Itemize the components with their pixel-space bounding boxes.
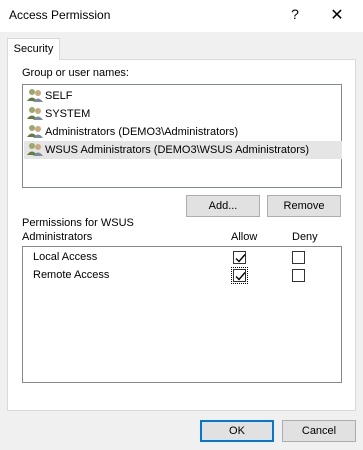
user-row-self[interactable]: SELF xyxy=(27,87,73,105)
allow-header: Allow xyxy=(231,231,258,243)
tab-security[interactable]: Security xyxy=(7,38,60,60)
permission-name-local-access: Local Access xyxy=(33,251,98,263)
user-group-icon xyxy=(27,106,43,121)
remote-access-deny-checkbox[interactable] xyxy=(292,269,305,282)
remote-access-allow-checkbox[interactable] xyxy=(231,267,248,284)
deny-header: Deny xyxy=(292,231,318,243)
cancel-button[interactable]: Cancel xyxy=(282,420,356,442)
user-row-system[interactable]: SYSTEM xyxy=(27,105,90,123)
user-name: SYSTEM xyxy=(45,108,91,120)
add-button[interactable]: Add... xyxy=(186,195,260,217)
user-group-icon xyxy=(27,88,43,103)
user-name: Administrators (DEMO3\Administrators) xyxy=(45,126,239,138)
user-name: SELF xyxy=(45,90,73,102)
permissions-title-line1: Permissions for WSUS xyxy=(22,217,134,229)
ok-button[interactable]: OK xyxy=(200,420,274,442)
permissions-title-line2: Administrators xyxy=(22,231,93,243)
user-group-icon xyxy=(27,124,43,139)
local-access-allow-checkbox[interactable] xyxy=(233,251,246,264)
user-name: WSUS Administrators (DEMO3\WSUS Administ… xyxy=(45,144,310,156)
permission-name-remote-access: Remote Access xyxy=(33,269,110,281)
user-row-administrators[interactable]: Administrators (DEMO3\Administrators) xyxy=(27,123,238,141)
checkmark-icon xyxy=(235,272,246,281)
local-access-deny-checkbox[interactable] xyxy=(292,251,305,264)
title-bar: Access Permission ? ✕ xyxy=(0,0,363,32)
user-row-wsus-administrators[interactable]: WSUS Administrators (DEMO3\WSUS Administ… xyxy=(24,141,342,159)
help-button[interactable]: ? xyxy=(283,6,307,26)
user-group-icon xyxy=(27,142,43,157)
permissions-list xyxy=(22,246,342,383)
checkmark-icon xyxy=(235,254,246,263)
remove-button[interactable]: Remove xyxy=(267,195,341,217)
user-listbox[interactable]: SELF SYSTEM Administrators (DEMO3\Admini… xyxy=(22,84,342,188)
window-title: Access Permission xyxy=(9,8,111,22)
group-label: Group or user names: xyxy=(22,67,129,79)
close-button[interactable]: ✕ xyxy=(322,4,352,28)
